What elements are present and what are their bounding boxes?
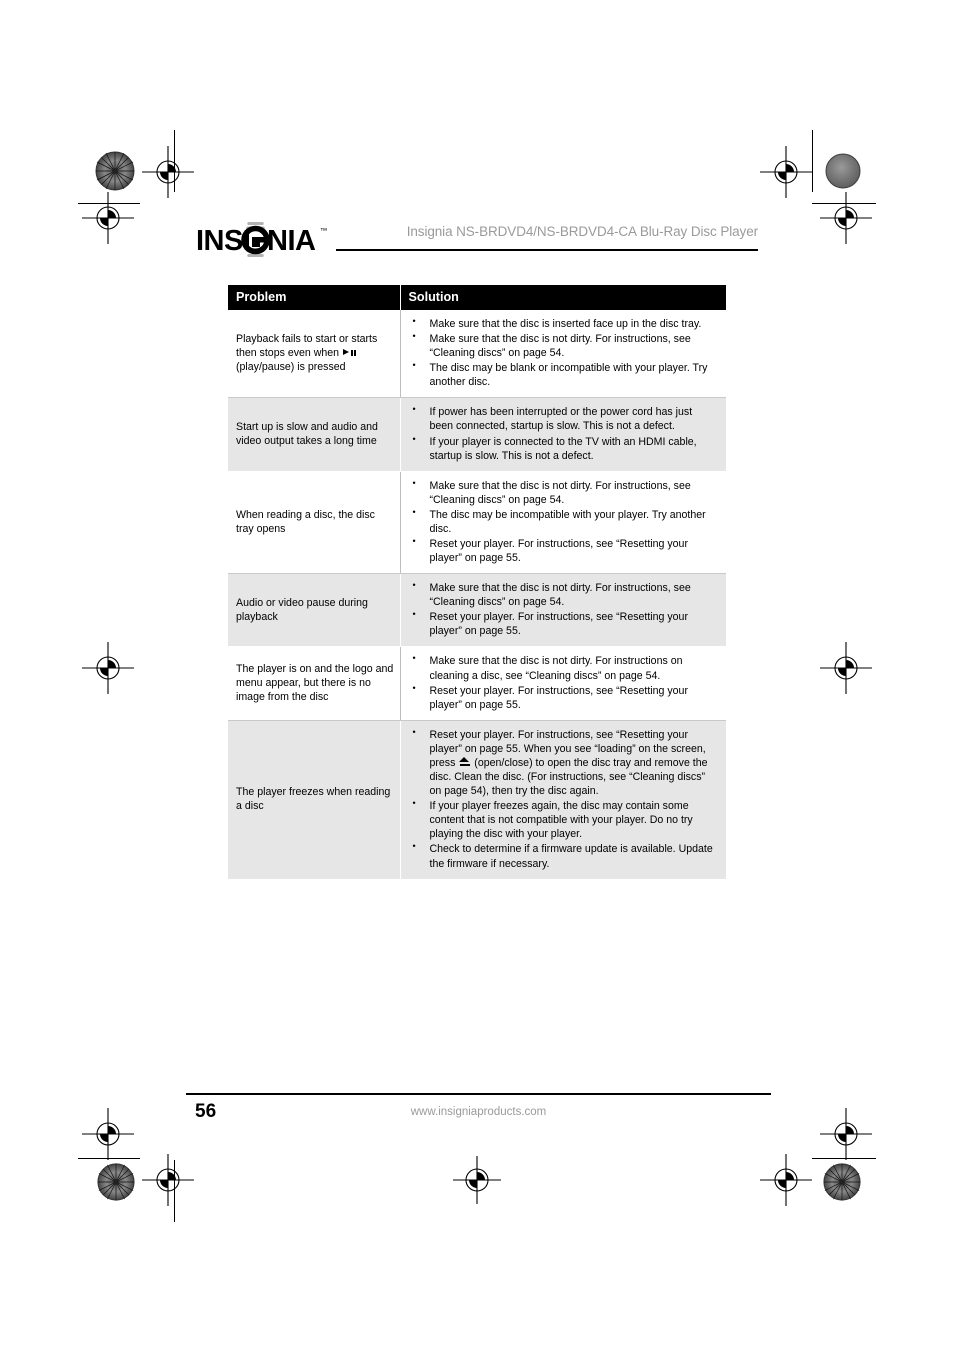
column-header-solution: Solution: [400, 285, 726, 310]
list-item: If your player freezes again, the disc m…: [409, 798, 719, 841]
list-item: Check to determine if a firmware update …: [409, 841, 719, 870]
list-item: Make sure that the disc is not dirty. Fo…: [409, 653, 719, 682]
problem-cell: Start up is slow and audio and video out…: [228, 397, 401, 472]
troubleshooting-table: Problem Solution Playback fails to start…: [228, 285, 726, 879]
solution-cell: Make sure that the disc is inserted face…: [400, 310, 726, 399]
problem-cell: The player freezes when reading a disc: [228, 720, 401, 879]
table-row: Start up is slow and audio and video out…: [228, 397, 726, 472]
table-row: When reading a disc, the disc tray opens…: [228, 471, 726, 575]
list-item: If power has been interrupted or the pow…: [409, 404, 719, 433]
insignia-logo: INSI NIA ™: [196, 222, 328, 257]
play-pause-icon: [343, 348, 357, 357]
solution-list: Reset your player. For instructions, see…: [409, 727, 719, 871]
table-body: Playback fails to start or starts then s…: [228, 310, 726, 879]
list-item: The disc may be incompatible with your p…: [409, 507, 719, 536]
table-row: The player freezes when reading a disc R…: [228, 720, 726, 879]
troubleshooting-table-wrapper: Problem Solution Playback fails to start…: [228, 285, 726, 879]
svg-text:™: ™: [320, 226, 328, 235]
problem-cell: When reading a disc, the disc tray opens: [228, 471, 401, 575]
solution-list: Make sure that the disc is not dirty. Fo…: [409, 580, 719, 638]
list-item: Make sure that the disc is not dirty. Fo…: [409, 478, 719, 507]
footer-rule: [186, 1093, 771, 1095]
problem-cell: Audio or video pause during playback: [228, 573, 401, 648]
page-header: INSI NIA ™ Insignia NS-BRDVD4/NS-BRDVD4-…: [196, 218, 758, 260]
problem-cell: Playback fails to start or starts then s…: [228, 310, 401, 399]
list-item: Make sure that the disc is inserted face…: [409, 316, 719, 331]
table-header-row: Problem Solution: [228, 285, 726, 310]
header-rule: [336, 249, 758, 251]
column-header-problem: Problem: [228, 285, 401, 310]
svg-text:NIA: NIA: [267, 225, 316, 257]
table-row: Playback fails to start or starts then s…: [228, 310, 726, 399]
list-item: Reset your player. For instructions, see…: [409, 727, 719, 798]
list-item: Reset your player. For instructions, see…: [409, 536, 719, 565]
list-item: Reset your player. For instructions, see…: [409, 683, 719, 712]
solution-cell: Reset your player. For instructions, see…: [400, 720, 726, 879]
table-row: The player is on and the logo and menu a…: [228, 646, 726, 721]
solution-list: Make sure that the disc is not dirty. Fo…: [409, 653, 719, 712]
list-item-text-post: (open/close) to open the disc tray and r…: [429, 756, 708, 798]
list-item: Reset your player. For instructions, see…: [409, 609, 719, 638]
page-footer: 56 www.insigniaproducts.com: [186, 1093, 771, 1133]
solution-cell: Make sure that the disc is not dirty. Fo…: [400, 471, 726, 575]
solution-list: If power has been interrupted or the pow…: [409, 404, 719, 463]
solution-cell: Make sure that the disc is not dirty. Fo…: [400, 573, 726, 648]
footer-url: www.insigniaproducts.com: [410, 1106, 547, 1118]
solution-cell: If power has been interrupted or the pow…: [400, 397, 726, 472]
problem-cell: The player is on and the logo and menu a…: [228, 646, 401, 721]
solution-list: Make sure that the disc is inserted face…: [409, 316, 719, 389]
solution-list: Make sure that the disc is not dirty. Fo…: [409, 478, 719, 565]
header-document-title: Insignia NS-BRDVD4/NS-BRDVD4-CA Blu-Ray …: [406, 224, 758, 239]
eject-icon: [459, 756, 470, 767]
list-item: Make sure that the disc is not dirty. Fo…: [409, 331, 719, 360]
solution-cell: Make sure that the disc is not dirty. Fo…: [400, 646, 726, 721]
table-row: Audio or video pause during playback Mak…: [228, 573, 726, 648]
manual-page: INSI NIA ™ Insignia NS-BRDVD4/NS-BRDVD4-…: [0, 0, 954, 1351]
list-item: If your player is connected to the TV wi…: [409, 434, 719, 463]
list-item: The disc may be blank or incompatible wi…: [409, 360, 719, 389]
list-item: Make sure that the disc is not dirty. Fo…: [409, 580, 719, 609]
problem-text-post: (play/pause) is pressed: [236, 361, 346, 374]
